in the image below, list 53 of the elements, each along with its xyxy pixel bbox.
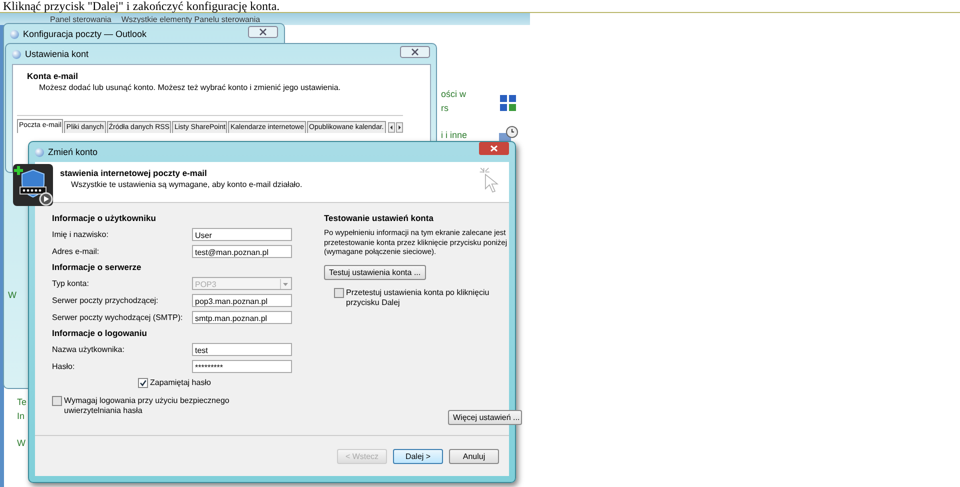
close-button[interactable] — [479, 142, 509, 155]
checkbox[interactable] — [334, 288, 344, 298]
text-field[interactable]: test — [192, 343, 292, 356]
text-field[interactable]: test@man.poznan.pl — [192, 245, 292, 258]
scroll-right-icon[interactable] — [396, 122, 403, 133]
field-label: Serwer poczty przychodzącej: — [52, 296, 158, 305]
breadcrumb-item[interactable]: Wszystkie elementy Panelu sterowania — [121, 14, 260, 24]
control-panel-item-text: rs — [441, 103, 448, 114]
dialog-button[interactable]: Anuluj — [449, 448, 499, 464]
password-field[interactable]: ********* — [192, 360, 292, 373]
checkbox-label: Przetestuj ustawienia konta po kliknięciu przycisku Dalej — [346, 288, 490, 308]
control-panel-item-text: W — [17, 438, 26, 449]
section-title: Informacje o użytkowniku — [52, 212, 157, 225]
field-label: Imię i nazwisko: — [52, 230, 108, 239]
close-button[interactable] — [400, 46, 430, 58]
network-icon — [498, 93, 518, 113]
close-button[interactable] — [248, 26, 278, 38]
section-title: Testowanie ustawień konta — [324, 212, 434, 225]
field-label: Adres e-mail: — [52, 247, 100, 256]
checkbox-label: Wymagaj logowania przy użyciu bezpiecznego uwierzytelniania hasła — [64, 396, 230, 416]
control-panel-item-text: W — [8, 290, 16, 301]
window-title: Ustawienia kont — [25, 49, 89, 59]
text-field[interactable]: pop3.man.poznan.pl — [192, 294, 292, 307]
section-heading: Konta e-mail — [26, 70, 80, 81]
more-settings-button[interactable]: Więcej ustawień ... — [448, 410, 522, 425]
app-icon — [12, 50, 21, 58]
control-panel-item-text: i i inne — [441, 130, 468, 141]
test-settings-button[interactable]: Testuj ustawienia konta ... — [324, 264, 426, 280]
section-title: Informacje o serwerze — [52, 261, 142, 274]
control-panel-item-text: In — [17, 411, 25, 422]
scroll-left-icon[interactable] — [388, 122, 395, 133]
dialog-button[interactable]: Dalej > — [393, 448, 443, 464]
dialog-subtitle: Wszystkie te ustawienia są wymagane, aby konto e-mail działało. — [71, 180, 302, 189]
app-icon — [10, 30, 19, 38]
field-label: Typ konta: — [52, 279, 89, 288]
app-icon — [35, 148, 44, 156]
text-field[interactable]: smtp.man.poznan.pl — [192, 311, 292, 324]
checkbox-label: Zapamiętaj hasło — [150, 378, 211, 387]
text-field[interactable]: User — [192, 228, 292, 241]
breadcrumb-item[interactable]: Panel sterowania — [50, 14, 112, 24]
field-label: Hasło: — [52, 362, 75, 371]
window-title: Konfiguracja poczty — Outlook — [23, 29, 147, 39]
checkbox[interactable] — [52, 396, 62, 406]
control-panel-item-text: Te — [17, 397, 27, 408]
section-title: Informacje o logowaniu — [52, 327, 148, 340]
dialog-title: Zmień konto — [48, 147, 98, 157]
checkbox[interactable] — [138, 378, 148, 388]
caret-icon — [280, 279, 290, 289]
dialog-heading: stawienia internetowej poczty e-mail — [60, 168, 208, 178]
field-label: Nazwa użytkownika: — [52, 345, 124, 354]
field-label: Serwer poczty wychodzącej (SMTP): — [52, 313, 183, 322]
control-panel-item-text: ości w — [441, 89, 466, 100]
section-description: Możesz dodać lub usunąć konto. Możesz też wybrać konto i zmienić jego ustawienia. — [38, 82, 342, 92]
